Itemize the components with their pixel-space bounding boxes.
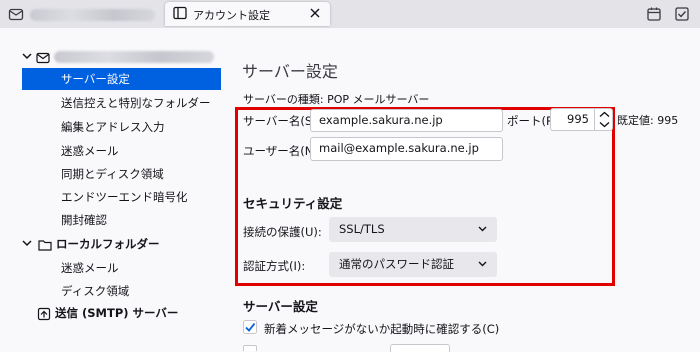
connection-security-label: 接続の保護(U): <box>243 225 322 239</box>
blurred-account-name <box>54 51 214 63</box>
mail-icon[interactable] <box>8 6 24 25</box>
server-name-label: サーバー名(S): <box>243 114 321 128</box>
smtp-label: 送信 (SMTP) サーバー <box>55 306 179 320</box>
sidebar-item-composition[interactable]: 編集とアドレス入力 <box>0 116 222 138</box>
sidebar-item-label: 迷惑メール <box>61 261 119 275</box>
partial-checkbox[interactable] <box>243 345 257 351</box>
local-folders-tree-item[interactable]: ローカルフォルダー <box>0 233 222 255</box>
close-icon[interactable] <box>309 7 321 22</box>
local-folders-label: ローカルフォルダー <box>56 237 160 251</box>
sidebar-item-local-disk[interactable]: ディスク領域 <box>0 280 222 302</box>
server-type-row: サーバーの種類: POP メールサーバー <box>243 92 429 108</box>
check-on-startup-checkbox[interactable] <box>243 320 257 337</box>
check-on-startup-label: 新着メッセージがないか起動時に確認する(C) <box>264 322 500 336</box>
auth-method-select[interactable]: 通常のパスワード認証 <box>329 252 497 277</box>
auth-method-value: 通常のパスワード認証 <box>339 257 454 271</box>
account-sidebar: サーバー設定 送信控えと特別なフォルダー 編集とアドレス入力 迷惑メール 同期と… <box>0 28 222 350</box>
default-label: 既定値: <box>617 114 654 127</box>
sidebar-item-label: 送信控えと特別なフォルダー <box>61 96 211 110</box>
connection-security-value: SSL/TLS <box>339 222 385 236</box>
partial-input[interactable] <box>390 344 450 352</box>
sidebar-item-label: ディスク領域 <box>61 284 130 298</box>
sidebar-item-server-settings[interactable]: サーバー設定 <box>22 68 221 90</box>
server-settings-heading: サーバー設定 <box>243 299 318 314</box>
settings-tab-icon <box>173 6 187 23</box>
auth-method-label: 認証方式(I): <box>243 259 306 273</box>
port-stepper[interactable] <box>594 108 613 131</box>
connection-security-select[interactable]: SSL/TLS <box>329 217 497 242</box>
server-type-label: サーバーの種類: <box>243 93 324 106</box>
server-name-input[interactable]: example.sakura.ne.jp <box>310 109 503 132</box>
sidebar-item-return-receipts[interactable]: 開封確認 <box>0 209 222 231</box>
smtp-tree-item[interactable]: 送信 (SMTP) サーバー <box>0 302 222 324</box>
chevron-down-icon <box>478 217 487 253</box>
default-port-text: 既定値: 995 <box>617 113 678 129</box>
security-heading: セキュリティ設定 <box>243 196 343 211</box>
tab-title: アカウント設定 <box>193 9 270 22</box>
calendar-icon[interactable] <box>646 6 662 25</box>
default-value: 995 <box>657 114 679 127</box>
port-input[interactable]: 995 <box>550 108 613 131</box>
server-type-value: POP メールサーバー <box>327 93 430 106</box>
blurred-tab-title[interactable] <box>30 9 155 21</box>
sidebar-item-label: 開封確認 <box>61 213 107 227</box>
username-input[interactable]: mail@example.sakura.ne.jp <box>310 137 503 161</box>
sidebar-item-e2e-encryption[interactable]: エンドツーエンド暗号化 <box>0 186 222 208</box>
port-value: 995 <box>567 112 589 126</box>
sidebar-item-sync-disk[interactable]: 同期とディスク領域 <box>0 163 222 185</box>
smtp-server-icon <box>37 306 51 328</box>
page-title: サーバー設定 <box>242 62 338 81</box>
tasks-icon[interactable] <box>674 6 690 25</box>
sidebar-item-copies-folders[interactable]: 送信控えと特別なフォルダー <box>0 92 222 114</box>
account-tree-item[interactable] <box>0 46 222 68</box>
chevron-down-icon <box>478 252 487 288</box>
sidebar-item-label: エンドツーエンド暗号化 <box>61 190 188 204</box>
sidebar-item-local-junk[interactable]: 迷惑メール <box>0 257 222 279</box>
sidebar-item-label: 編集とアドレス入力 <box>61 120 165 134</box>
sidebar-item-label: 同期とディスク領域 <box>61 167 164 181</box>
sidebar-item-junk[interactable]: 迷惑メール <box>0 140 222 162</box>
folder-icon <box>38 237 52 259</box>
tab-account-settings[interactable]: アカウント設定 <box>165 2 330 26</box>
sidebar-item-label: サーバー設定 <box>61 72 130 86</box>
title-bar: アカウント設定 <box>0 0 700 28</box>
sidebar-item-label: 迷惑メール <box>61 144 119 158</box>
